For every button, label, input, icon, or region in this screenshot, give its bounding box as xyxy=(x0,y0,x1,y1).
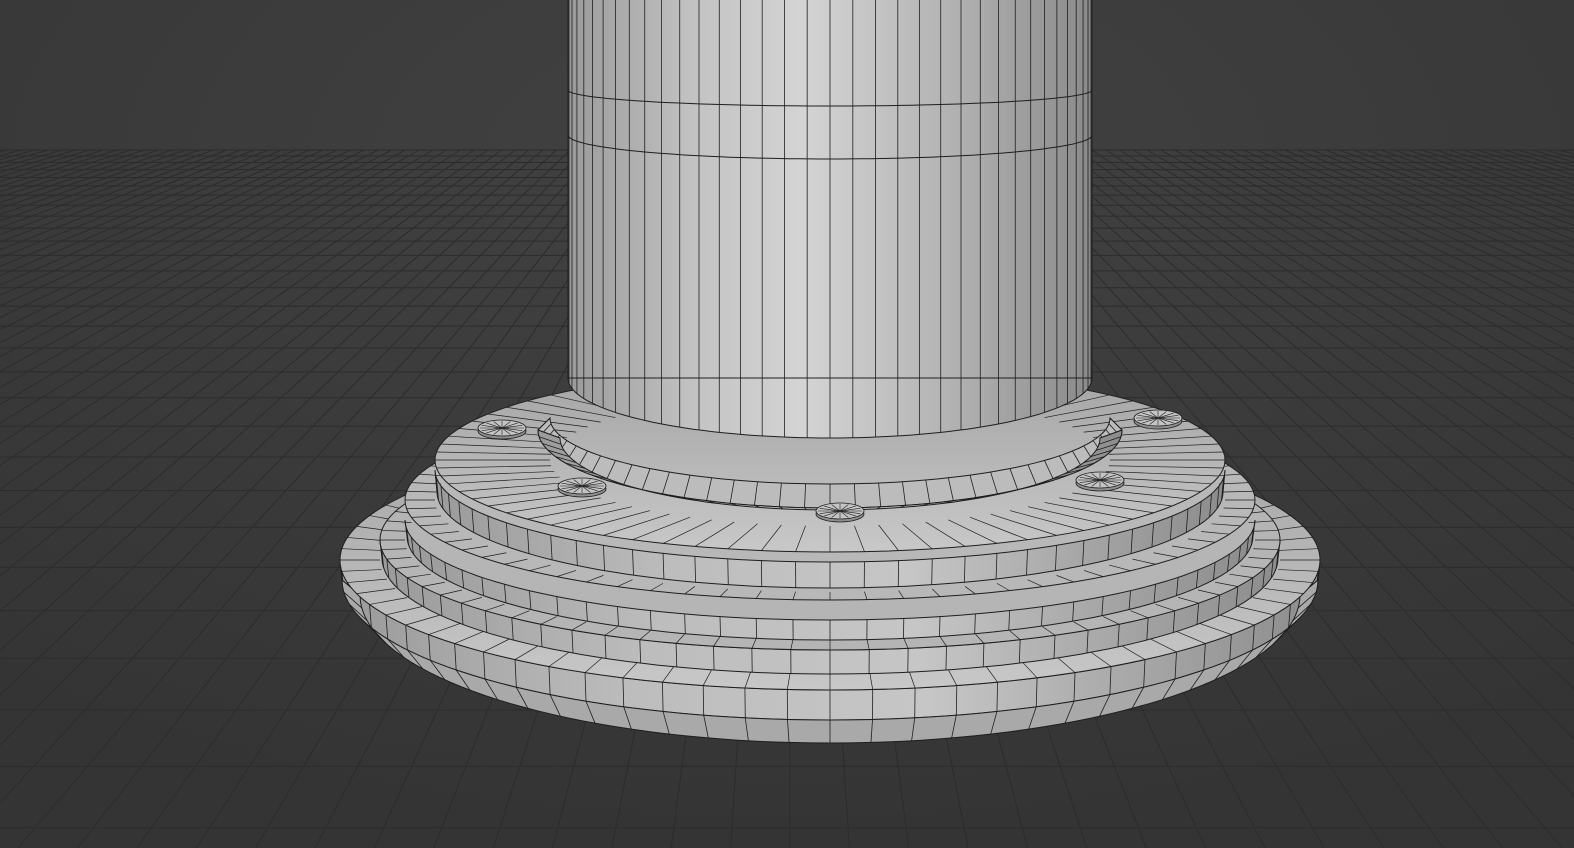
base-plate-side-edge xyxy=(727,558,729,585)
bolt-icon xyxy=(1133,409,1183,430)
base-step-2-edge xyxy=(945,646,947,671)
base-step-3-edge xyxy=(719,616,721,637)
base-step-3-edge xyxy=(939,616,941,637)
base-plate-side-edge xyxy=(931,558,933,585)
bolt-icon xyxy=(1075,471,1125,492)
base-foot-edge xyxy=(702,685,705,716)
bolt-icon xyxy=(557,477,607,498)
base-step-2-edge xyxy=(713,646,715,671)
viewport-scene[interactable] xyxy=(0,0,1574,848)
bolt-icon xyxy=(477,419,527,440)
bolt-icon xyxy=(815,502,865,523)
base-foot-edge xyxy=(955,685,958,716)
shaft xyxy=(567,0,1093,439)
3d-viewport[interactable] xyxy=(0,0,1574,848)
